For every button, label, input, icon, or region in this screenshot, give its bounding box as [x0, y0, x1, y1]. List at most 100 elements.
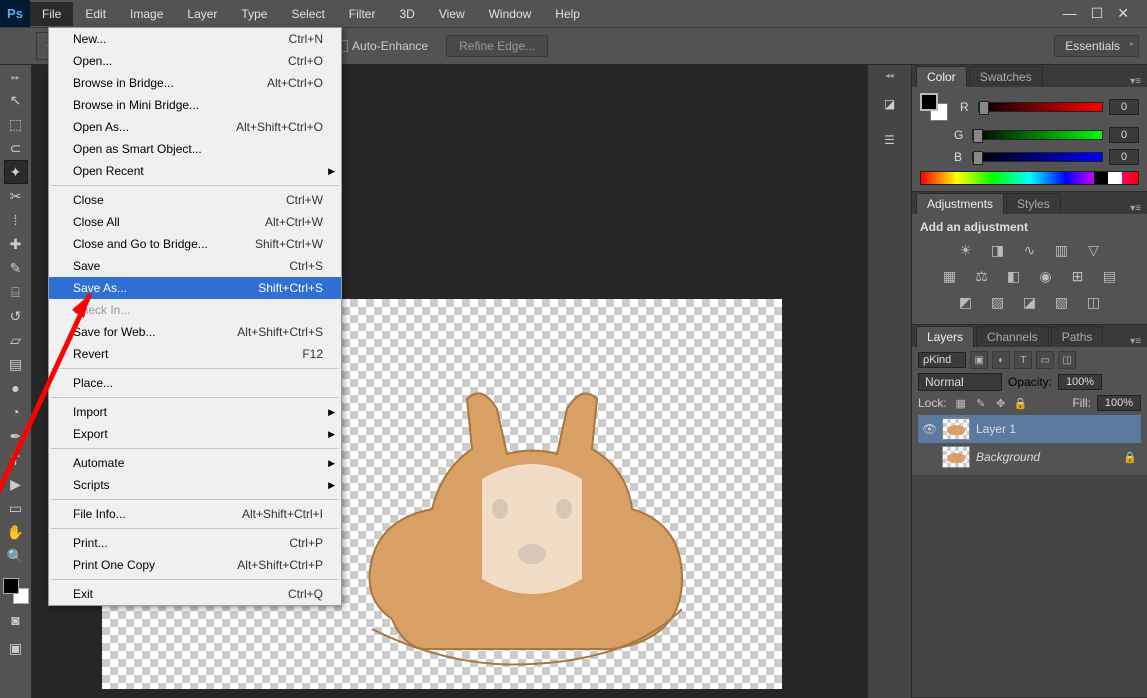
b-slider[interactable] [972, 152, 1103, 162]
filter-smart-icon[interactable]: ◫ [1058, 351, 1076, 369]
zoom-tool[interactable]: 🔍 [4, 544, 28, 568]
layer-visibility-icon[interactable]: 👁 [922, 422, 936, 436]
menu-help[interactable]: Help [543, 2, 592, 26]
layer-row[interactable]: Background🔒 [918, 443, 1141, 471]
color-lookup-icon[interactable]: ▤ [1099, 266, 1121, 286]
file-menu-print-one-copy[interactable]: Print One CopyAlt+Shift+Ctrl+P [49, 554, 341, 576]
menu-layer[interactable]: Layer [175, 2, 229, 26]
menu-file[interactable]: File [30, 2, 73, 26]
file-menu-open-recent[interactable]: Open Recent▶ [49, 160, 341, 182]
maximize-button[interactable]: ☐ [1091, 5, 1104, 22]
quick-select-tool[interactable]: ✦ [4, 160, 28, 184]
gradient-map-icon[interactable]: ▧ [1051, 292, 1073, 312]
file-menu-open[interactable]: Open...Ctrl+O [49, 50, 341, 72]
r-slider[interactable] [978, 102, 1103, 112]
layer-filter-kind[interactable]: ρKind [918, 352, 966, 368]
swatches-tab[interactable]: Swatches [969, 66, 1043, 87]
dock-collapse-handle[interactable]: ◂◂ [885, 71, 893, 80]
quick-mask-icon[interactable]: ◙ [4, 608, 28, 632]
r-value[interactable]: 0 [1109, 99, 1139, 115]
menu-filter[interactable]: Filter [337, 2, 388, 26]
file-menu-close-all[interactable]: Close AllAlt+Ctrl+W [49, 211, 341, 233]
layer-row[interactable]: 👁Layer 1 [918, 415, 1141, 443]
lasso-tool[interactable]: ⊂ [4, 136, 28, 160]
lock-transparent-icon[interactable]: ▦ [953, 395, 969, 411]
layers-panel-menu-icon[interactable]: ▾≡ [1124, 336, 1147, 347]
channel-mixer-icon[interactable]: ⊞ [1067, 266, 1089, 286]
channels-tab[interactable]: Channels [976, 326, 1049, 347]
adjustments-panel-menu-icon[interactable]: ▾≡ [1124, 203, 1147, 214]
file-menu-save[interactable]: SaveCtrl+S [49, 255, 341, 277]
file-menu-new[interactable]: New...Ctrl+N [49, 28, 341, 50]
file-menu-export[interactable]: Export▶ [49, 423, 341, 445]
file-menu-save-for-web[interactable]: Save for Web...Alt+Shift+Ctrl+S [49, 321, 341, 343]
lock-all-icon[interactable]: 🔒 [1013, 395, 1029, 411]
menu-edit[interactable]: Edit [73, 2, 118, 26]
file-menu-revert[interactable]: RevertF12 [49, 343, 341, 365]
paths-tab[interactable]: Paths [1051, 326, 1104, 347]
color-tab[interactable]: Color [916, 66, 967, 87]
brush-tool[interactable]: ✎ [4, 256, 28, 280]
type-tool[interactable]: T [4, 448, 28, 472]
layer-thumbnail[interactable] [942, 418, 970, 440]
file-menu-print[interactable]: Print...Ctrl+P [49, 532, 341, 554]
gradient-tool[interactable]: ▤ [4, 352, 28, 376]
blur-tool[interactable]: ● [4, 376, 28, 400]
pen-tool[interactable]: ✒ [4, 424, 28, 448]
menu-view[interactable]: View [427, 2, 477, 26]
stamp-tool[interactable]: ⌸ [4, 280, 28, 304]
file-menu-import[interactable]: Import▶ [49, 401, 341, 423]
history-brush-tool[interactable]: ↺ [4, 304, 28, 328]
menu-window[interactable]: Window [477, 2, 544, 26]
color-spectrum[interactable] [920, 171, 1139, 185]
file-menu-open-as[interactable]: Open As...Alt+Shift+Ctrl+O [49, 116, 341, 138]
file-menu-file-info[interactable]: File Info...Alt+Shift+Ctrl+I [49, 503, 341, 525]
file-menu-browse-in-mini-bridge[interactable]: Browse in Mini Bridge... [49, 94, 341, 116]
file-menu-save-as[interactable]: Save As...Shift+Ctrl+S [49, 277, 341, 299]
lock-pixels-icon[interactable]: ✎ [973, 395, 989, 411]
blend-mode-select[interactable]: Normal [918, 373, 1002, 391]
workspace-switcher[interactable]: Essentials [1054, 35, 1139, 57]
rectangle-tool[interactable]: ▭ [4, 496, 28, 520]
minimize-button[interactable]: — [1063, 5, 1077, 22]
color-swatch-pair[interactable] [3, 578, 29, 604]
foreground-swatch[interactable] [3, 578, 19, 594]
file-menu-exit[interactable]: ExitCtrl+Q [49, 583, 341, 605]
crop-tool[interactable]: ✂ [4, 184, 28, 208]
b-value[interactable]: 0 [1109, 149, 1139, 165]
file-menu-automate[interactable]: Automate▶ [49, 452, 341, 474]
marquee-tool[interactable]: ⬚ [4, 112, 28, 136]
g-slider[interactable] [972, 130, 1103, 140]
file-menu-place[interactable]: Place... [49, 372, 341, 394]
selective-color-icon[interactable]: ◫ [1083, 292, 1105, 312]
toolbar-collapse-handle[interactable]: ▸▸ [11, 73, 19, 82]
properties-panel-icon[interactable]: ☰ [878, 128, 902, 152]
posterize-icon[interactable]: ▨ [987, 292, 1009, 312]
healing-tool[interactable]: ✚ [4, 232, 28, 256]
curves-icon[interactable]: ∿ [1019, 240, 1041, 260]
eraser-tool[interactable]: ▱ [4, 328, 28, 352]
adjustments-tab[interactable]: Adjustments [916, 193, 1004, 214]
panel-color-swatch[interactable] [920, 93, 948, 121]
move-tool[interactable]: ↖ [4, 88, 28, 112]
file-menu-scripts[interactable]: Scripts▶ [49, 474, 341, 496]
bw-icon[interactable]: ◧ [1003, 266, 1025, 286]
dodge-tool[interactable]: ◔ [4, 400, 28, 424]
path-select-tool[interactable]: ▶ [4, 472, 28, 496]
file-menu-close[interactable]: CloseCtrl+W [49, 189, 341, 211]
color-balance-icon[interactable]: ⚖ [971, 266, 993, 286]
hue-icon[interactable]: ▦ [939, 266, 961, 286]
styles-tab[interactable]: Styles [1006, 193, 1061, 214]
filter-type-icon[interactable]: T [1014, 351, 1032, 369]
refine-edge-button[interactable]: Refine Edge... [446, 35, 548, 57]
layer-thumbnail[interactable] [942, 446, 970, 468]
lock-position-icon[interactable]: ✥ [993, 395, 1009, 411]
filter-shape-icon[interactable]: ▭ [1036, 351, 1054, 369]
hand-tool[interactable]: ✋ [4, 520, 28, 544]
fill-input[interactable]: 100% [1097, 395, 1141, 411]
eyedropper-tool[interactable]: ⁞ [4, 208, 28, 232]
menu-3d[interactable]: 3D [387, 2, 426, 26]
history-panel-icon[interactable]: ◪ [878, 92, 902, 116]
brightness-icon[interactable]: ☀ [955, 240, 977, 260]
g-value[interactable]: 0 [1109, 127, 1139, 143]
